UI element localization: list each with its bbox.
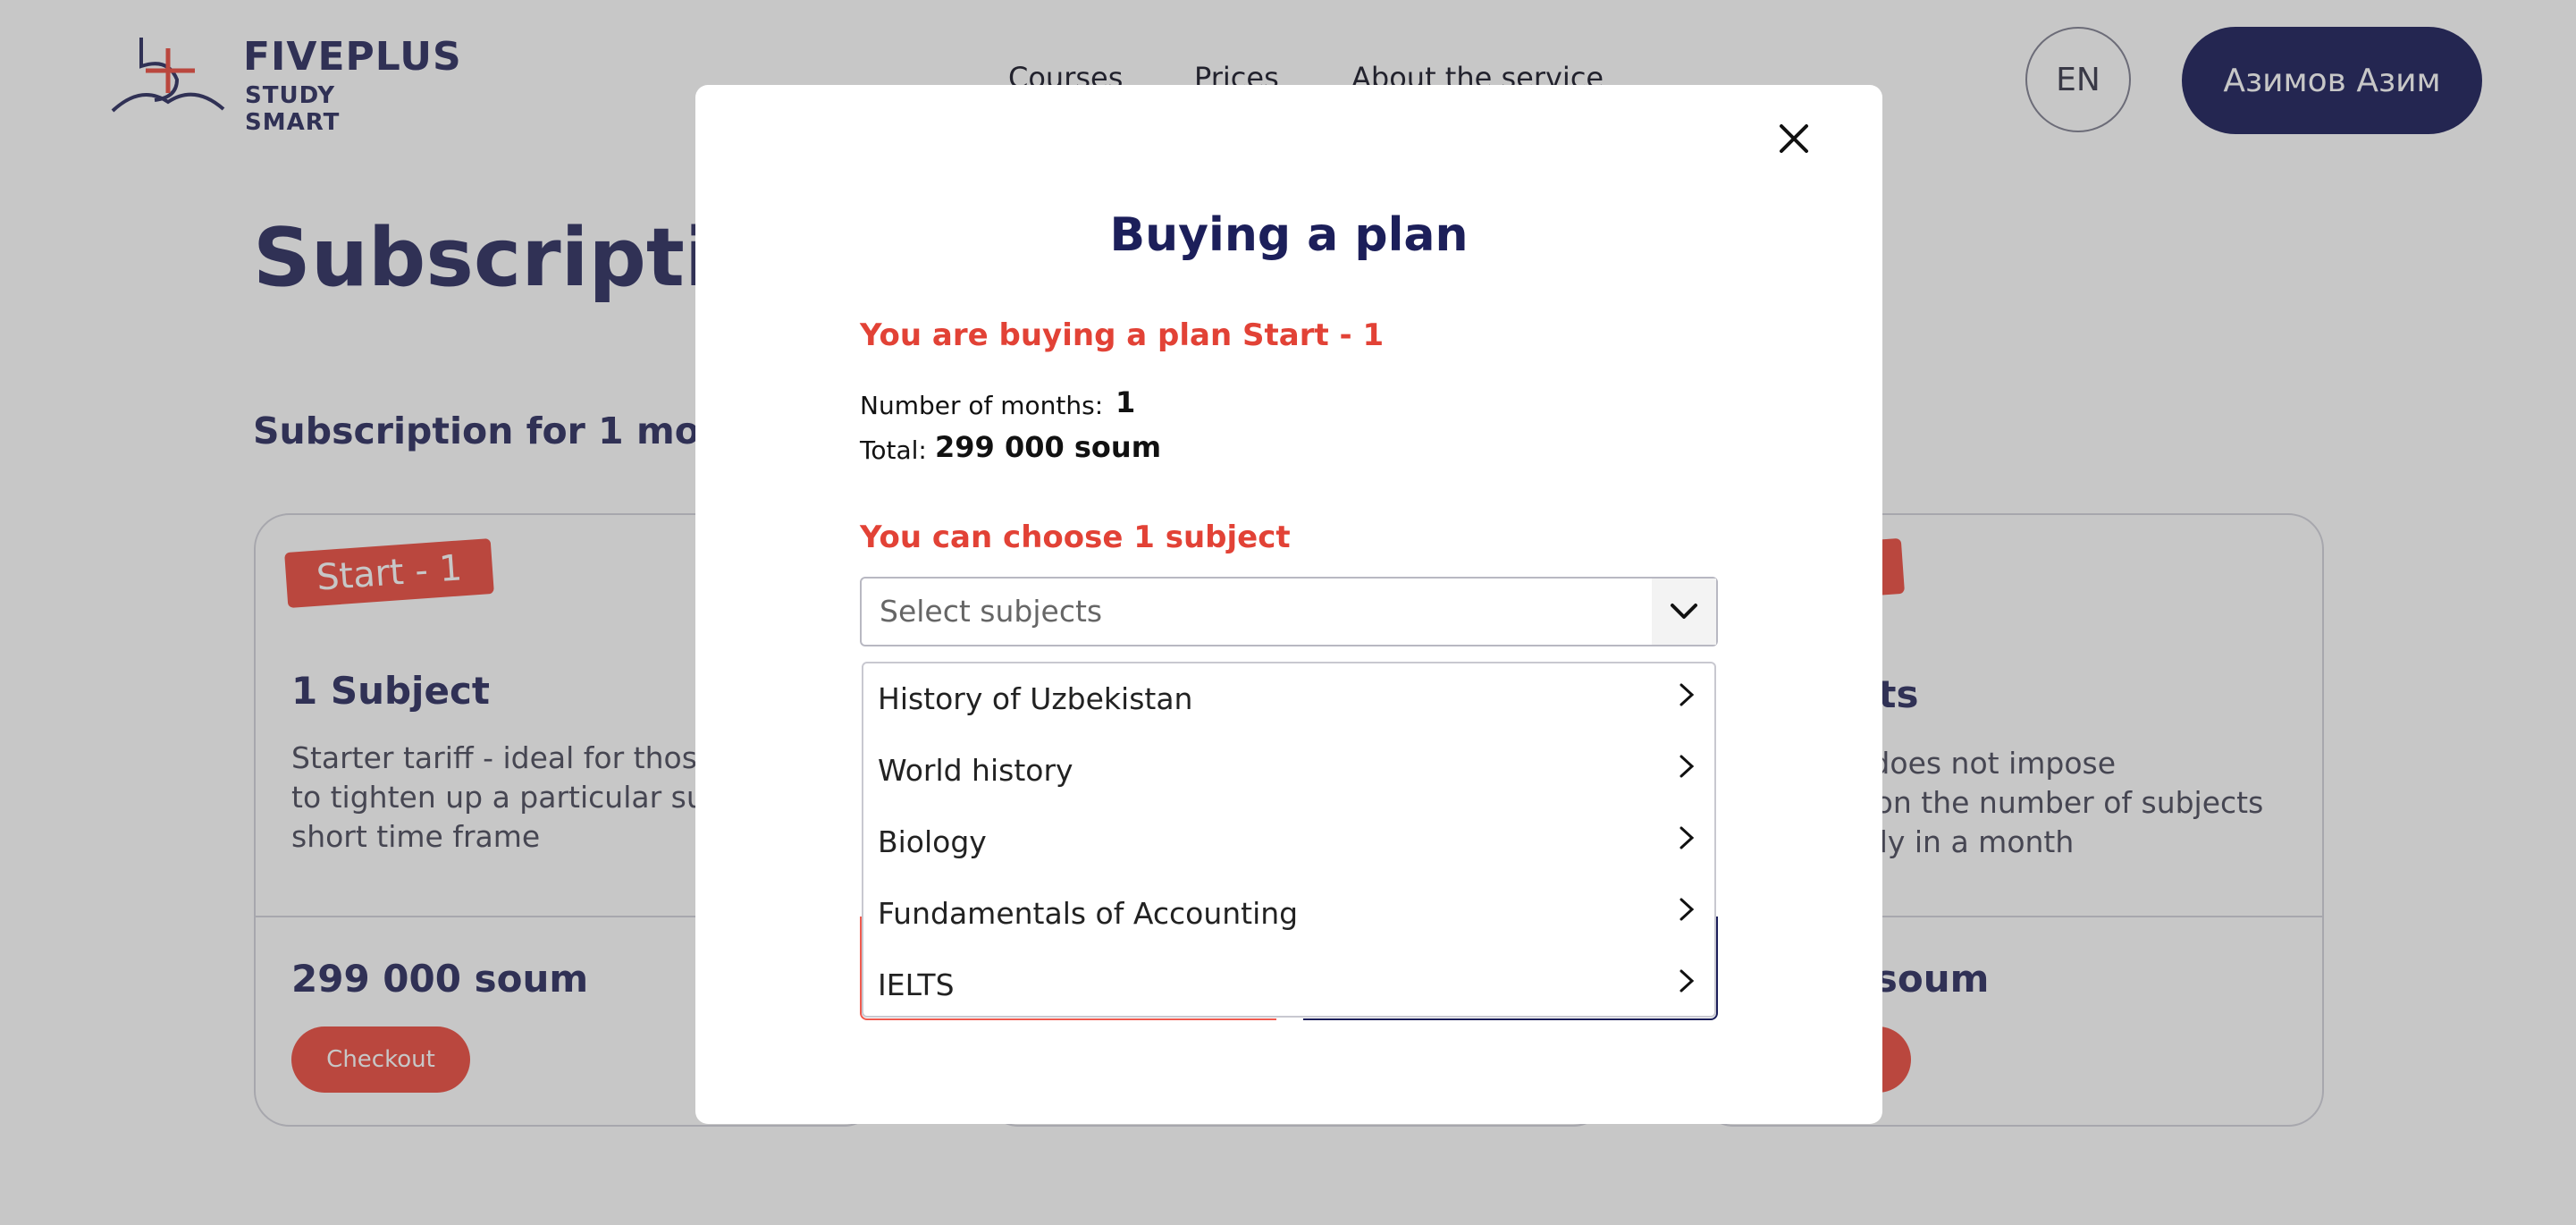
subject-option-label: History of Uzbekistan (878, 681, 1193, 716)
modal-title: Buying a plan (1109, 208, 1469, 262)
chevron-down-icon[interactable] (1652, 579, 1716, 645)
choose-subject-text: You can choose 1 subject (860, 520, 1291, 555)
subject-option[interactable]: IELTS (863, 950, 1714, 1021)
subject-option-label: World history (878, 753, 1073, 788)
select-placeholder: Select subjects (880, 594, 1103, 629)
subject-option-label: Fundamentals of Accounting (878, 896, 1299, 931)
chevron-right-icon (1679, 755, 1695, 778)
subject-option-label: IELTS (878, 967, 955, 1002)
chevron-right-icon (1679, 826, 1695, 849)
subject-option[interactable]: World history (863, 735, 1714, 807)
months-label: Number of months: (860, 391, 1104, 420)
total-value: 299 000 soum (935, 430, 1162, 464)
chevron-right-icon (1679, 898, 1695, 921)
subjects-dropdown: History of Uzbekistan World history Biol… (862, 662, 1716, 1018)
buy-plan-modal: Buying a plan You are buying a plan Star… (695, 85, 1882, 1124)
months-value: 1 (1115, 385, 1136, 419)
chevron-right-icon (1679, 683, 1695, 706)
subject-option[interactable]: Fundamentals of Accounting (863, 878, 1714, 950)
total-label: Total: (860, 435, 927, 465)
close-icon[interactable] (1772, 117, 1815, 160)
subject-option[interactable]: Biology (863, 807, 1714, 878)
subject-option[interactable]: History of Uzbekistan (863, 663, 1714, 735)
chevron-right-icon (1679, 969, 1695, 993)
buying-plan-text: You are buying a plan Start - 1 (860, 317, 1385, 353)
subject-option-label: Biology (878, 824, 987, 859)
subjects-select[interactable]: Select subjects (860, 577, 1718, 646)
